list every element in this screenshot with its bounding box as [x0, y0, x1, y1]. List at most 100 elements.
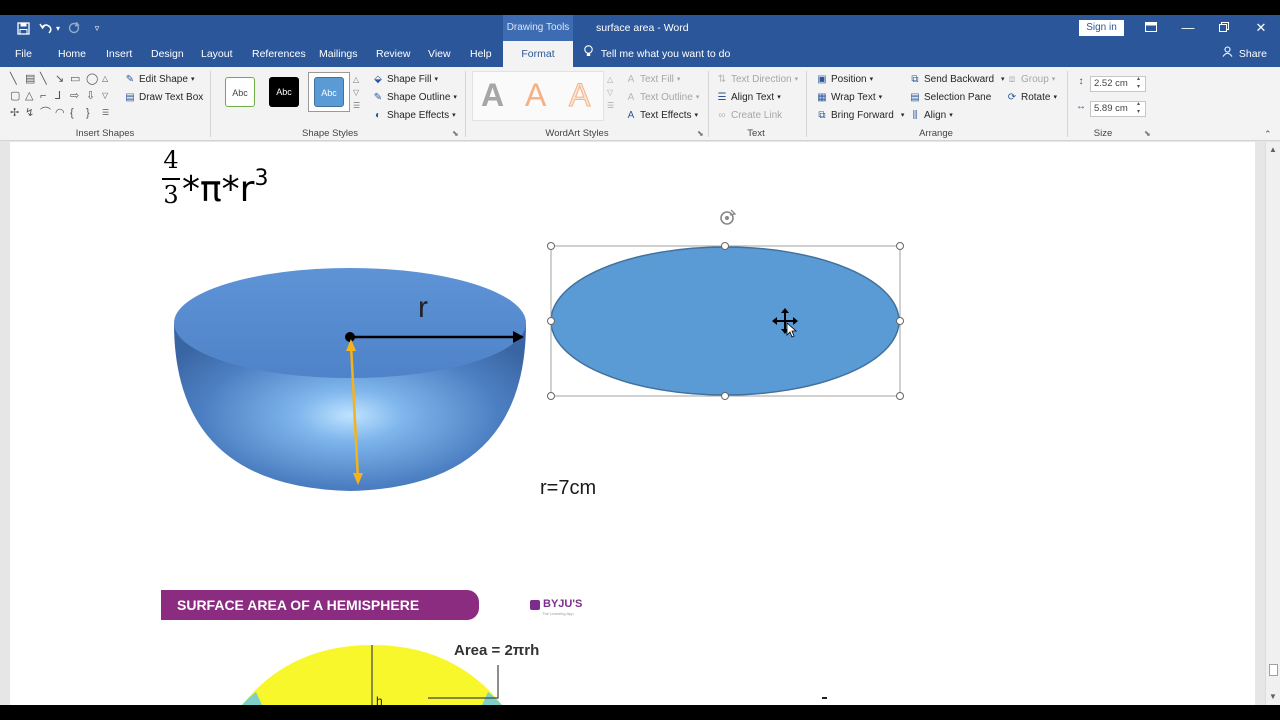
- arc-shape-icon[interactable]: ◠: [55, 107, 65, 119]
- tab-mailings[interactable]: Mailings: [319, 41, 358, 67]
- create-link-button[interactable]: ∞ Create Link: [716, 108, 782, 124]
- elbow-connector-icon[interactable]: ⅃: [55, 90, 61, 102]
- edit-shape-button[interactable]: ✎ Edit Shape ▾: [124, 72, 195, 88]
- more-shapes-icon[interactable]: ☰: [102, 107, 109, 119]
- tab-view[interactable]: View: [428, 41, 451, 67]
- rounded-rect-icon[interactable]: ▢: [10, 90, 20, 102]
- dialog-launcher-icon[interactable]: ⬊: [697, 129, 704, 138]
- oval-shape-icon[interactable]: ◯: [86, 73, 98, 85]
- send-backward-label: Send Backward: [924, 74, 995, 85]
- ellipse[interactable]: [550, 246, 900, 396]
- tab-file[interactable]: File: [15, 41, 32, 67]
- rectangle-shape-icon[interactable]: ▭: [70, 73, 80, 85]
- scroll-up-icon[interactable]: △: [102, 73, 108, 85]
- share-button[interactable]: Share: [1222, 41, 1267, 67]
- position-button[interactable]: ▣ Position ▾: [816, 72, 873, 88]
- vertical-scrollbar[interactable]: ▲ ▼: [1265, 142, 1280, 705]
- fraction-bar: [162, 178, 180, 180]
- resize-handle[interactable]: [896, 242, 904, 250]
- radius-value-text[interactable]: r=7cm: [540, 477, 596, 500]
- width-spinner[interactable]: ▴ ▾: [1137, 100, 1140, 116]
- send-backward-button[interactable]: ⧉ Send Backward ▾: [909, 72, 1004, 88]
- shape-effects-button[interactable]: ◐ Shape Effects ▾: [372, 108, 456, 124]
- tab-format[interactable]: Format: [503, 41, 573, 67]
- resize-handle[interactable]: [547, 317, 555, 325]
- scroll-up-arrow-icon[interactable]: ▲: [1269, 145, 1277, 154]
- tab-layout[interactable]: Layout: [201, 41, 233, 67]
- rotate-button[interactable]: ⟳ Rotate ▾: [1006, 90, 1057, 106]
- right-arrow-shape-icon[interactable]: ⇨: [70, 90, 79, 102]
- style-gallery-scroll[interactable]: △ ▽ ☰: [353, 73, 360, 112]
- resize-handle[interactable]: [896, 317, 904, 325]
- tell-me-search[interactable]: Tell me what you want to do: [584, 41, 730, 67]
- text-direction-button[interactable]: ⇅ Text Direction ▾: [716, 72, 798, 88]
- tab-review[interactable]: Review: [376, 41, 410, 67]
- tab-help[interactable]: Help: [470, 41, 492, 67]
- connector-icon[interactable]: ⌐: [40, 90, 46, 102]
- down-arrow-shape-icon[interactable]: ⇩: [86, 90, 95, 102]
- textbox-shape-icon[interactable]: ▤: [25, 73, 35, 85]
- shape-effects-label: Shape Effects: [387, 110, 450, 121]
- triangle-shape-icon[interactable]: △: [25, 90, 33, 102]
- wordart-gallery-scroll[interactable]: △ ▽ ☰: [607, 73, 614, 112]
- close-icon[interactable]: ✕: [1251, 19, 1271, 37]
- wordart-style-2[interactable]: A: [525, 75, 546, 115]
- collapse-ribbon-icon[interactable]: ⌃: [1264, 129, 1272, 140]
- draw-text-box-button[interactable]: ▤ Draw Text Box: [124, 90, 203, 106]
- resize-handle[interactable]: [547, 392, 555, 400]
- group-button[interactable]: ⧈ Group ▾: [1006, 72, 1056, 88]
- align-text-button[interactable]: ☰ Align Text ▾: [716, 90, 781, 106]
- line-shape-icon[interactable]: ╲: [40, 73, 47, 85]
- tab-home[interactable]: Home: [58, 41, 86, 67]
- arrow-line-icon[interactable]: ↘: [55, 73, 64, 85]
- shape-style-black[interactable]: Abc: [269, 77, 299, 107]
- scrollbar-thumb[interactable]: [1269, 664, 1278, 676]
- height-spinner[interactable]: ▴ ▾: [1137, 75, 1140, 91]
- shapes-gallery[interactable]: ╲ ▤ ╲ ↘ ▭ ◯ △ ▢ △ ⌐ ⅃ ⇨ ⇩ ▽ ✢ ↯ ⌒ ◠ { } …: [8, 71, 118, 123]
- hemisphere-image[interactable]: r: [170, 267, 530, 497]
- customize-icon[interactable]: ▿: [90, 19, 104, 37]
- text-effects-button[interactable]: A Text Effects ▾: [625, 108, 698, 124]
- scroll-down-arrow-icon[interactable]: ▼: [1269, 692, 1277, 701]
- selected-ellipse-shape[interactable]: [540, 202, 910, 402]
- bring-forward-button[interactable]: ⧉ Bring Forward ▾: [816, 108, 904, 124]
- tab-insert[interactable]: Insert: [106, 41, 132, 67]
- minimize-icon[interactable]: —: [1178, 19, 1198, 37]
- sign-in-button[interactable]: Sign in: [1079, 20, 1124, 36]
- restore-icon[interactable]: [1214, 19, 1234, 37]
- shape-outline-button[interactable]: ✎ Shape Outline ▾: [372, 90, 457, 106]
- text-outline-button[interactable]: A Text Outline ▾: [625, 90, 700, 106]
- line-shape-icon[interactable]: ╲: [10, 73, 17, 85]
- callout-shape-icon[interactable]: ↯: [25, 107, 34, 119]
- align-button[interactable]: ⫼ Align ▾: [909, 108, 953, 124]
- selection-pane-button[interactable]: ▤ Selection Pane: [909, 90, 991, 106]
- wordart-style-1[interactable]: A: [481, 75, 504, 115]
- tab-references[interactable]: References: [252, 41, 306, 67]
- wrap-text-button[interactable]: ▦ Wrap Text ▾: [816, 90, 882, 106]
- resize-handle[interactable]: [547, 242, 555, 250]
- resize-handle[interactable]: [721, 242, 729, 250]
- brace-right-icon[interactable]: }: [86, 107, 90, 119]
- undo-dropdown-icon[interactable]: ▾: [54, 19, 62, 37]
- shape-width-icon: ↔: [1076, 101, 1086, 112]
- save-icon[interactable]: [14, 19, 32, 37]
- wordart-style-3[interactable]: A: [568, 75, 590, 115]
- redo-icon[interactable]: [66, 19, 82, 37]
- brace-left-icon[interactable]: {: [70, 107, 74, 119]
- curve-shape-icon[interactable]: ⌒: [40, 107, 51, 119]
- ribbon-display-icon[interactable]: [1141, 19, 1161, 37]
- text-fill-button[interactable]: A Text Fill ▾: [625, 72, 681, 88]
- dialog-launcher-icon[interactable]: ⬊: [1144, 129, 1151, 138]
- resize-handle[interactable]: [721, 392, 729, 400]
- shape-style-white[interactable]: Abc: [225, 77, 255, 107]
- shape-fill-button[interactable]: ⬙ Shape Fill ▾: [372, 72, 438, 88]
- star-shape-icon[interactable]: ✢: [10, 107, 19, 119]
- dialog-launcher-icon[interactable]: ⬊: [452, 129, 459, 138]
- rotate-handle-icon[interactable]: [720, 209, 737, 225]
- document-page[interactable]: 4 3 *π*r3 r r=7cm SURFACE AREA OF A HEMI…: [10, 142, 1255, 705]
- shape-style-blue[interactable]: Abc: [314, 77, 344, 107]
- undo-icon[interactable]: [38, 19, 54, 37]
- tab-design[interactable]: Design: [151, 41, 184, 67]
- scroll-down-icon[interactable]: ▽: [102, 90, 108, 102]
- resize-handle[interactable]: [896, 392, 904, 400]
